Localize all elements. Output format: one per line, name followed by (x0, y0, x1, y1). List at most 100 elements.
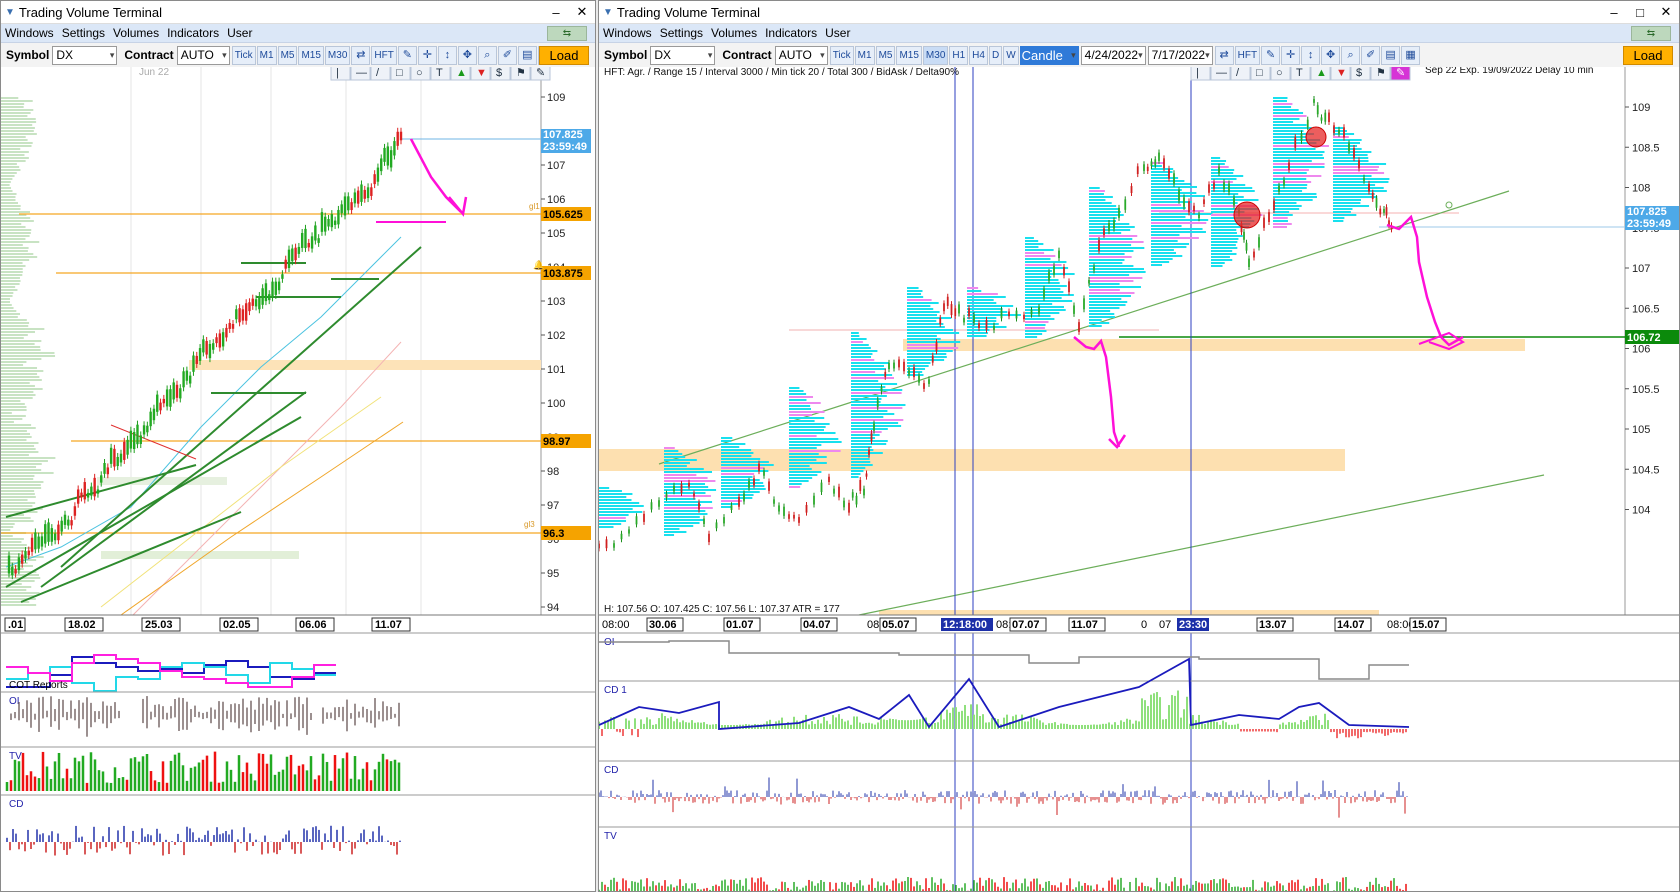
link-icon[interactable]: ⇄ (351, 45, 371, 65)
menu-settings[interactable]: Settings (62, 26, 105, 40)
move-icon[interactable]: ✥ (1321, 45, 1341, 65)
tf-m5-button[interactable]: M5 (277, 45, 298, 65)
move-icon[interactable]: ✥ (457, 45, 477, 65)
price-tick-label: 105.5 (1632, 384, 1660, 396)
close-button[interactable]: ✕ (1653, 4, 1679, 20)
zoom-icon[interactable]: ⌕ (1341, 45, 1361, 65)
menu-indicators[interactable]: Indicators (167, 26, 219, 40)
profile-icon[interactable]: ▤ (1381, 45, 1401, 65)
grid-icon[interactable]: ▦ (1401, 45, 1421, 65)
volume-profile-bar (1, 115, 28, 117)
candle-body (680, 483, 683, 493)
candle-body (76, 489, 80, 504)
candle-body (1300, 133, 1303, 141)
tf-m15-button[interactable]: M15 (896, 45, 922, 65)
candle-body (693, 493, 695, 497)
tf-tick-button[interactable]: Tick (231, 45, 256, 65)
minimize-button[interactable]: – (543, 5, 569, 20)
pencil-icon[interactable]: ✎ (397, 45, 417, 65)
volume-profile-bar (1, 178, 13, 180)
link-icon[interactable]: ⇄ (1214, 45, 1234, 65)
cluster-profile-bar (1151, 246, 1187, 248)
load-button[interactable]: Load (1623, 46, 1673, 65)
menu-user[interactable]: User (227, 26, 252, 40)
candle-body (1353, 148, 1355, 159)
scale-vertical-icon[interactable]: ↕ (1301, 45, 1321, 65)
tf-m1-button[interactable]: M1 (854, 45, 875, 65)
volume-profile-bar (1, 226, 26, 228)
chart-type-select[interactable]: Candle (1019, 45, 1079, 65)
profile-icon[interactable]: ▤ (517, 45, 537, 65)
menu-indicators[interactable]: Indicators (765, 26, 817, 40)
marker-icon[interactable]: ✐ (1361, 45, 1381, 65)
menu-volumes[interactable]: Volumes (113, 26, 159, 40)
crosshair-icon[interactable]: ✛ (417, 45, 437, 65)
cluster-profile-bar (721, 437, 733, 439)
volume-profile-bar (1, 265, 26, 267)
candle-body (73, 506, 77, 516)
candle-body (1118, 207, 1120, 218)
menu-windows[interactable]: Windows (5, 26, 54, 40)
refresh-icon[interactable]: ⇆ (1631, 26, 1671, 41)
cluster-profile-bar (1089, 319, 1102, 321)
cluster-profile-bar (1333, 199, 1361, 201)
tf-m15-button[interactable]: M15 (298, 45, 324, 65)
tf-m1-button[interactable]: M1 (256, 45, 277, 65)
crosshair-icon[interactable]: ✛ (1281, 45, 1301, 65)
tf-d-button[interactable]: D (988, 45, 1003, 65)
load-button[interactable]: Load (539, 46, 589, 65)
cluster-profile-bar (1025, 255, 1056, 257)
countdown-label: 23:59:49 (1627, 218, 1671, 230)
cluster-profile-bar (1211, 196, 1244, 198)
tf-tick-button[interactable]: Tick (829, 45, 854, 65)
last-price-label: 107.825 (543, 129, 583, 141)
cluster-profile-bar (1025, 288, 1061, 290)
marker-icon[interactable]: ✐ (497, 45, 517, 65)
contract-select[interactable]: AUTO (774, 45, 828, 65)
close-button[interactable]: ✕ (569, 4, 595, 20)
menu-windows[interactable]: Windows (603, 26, 652, 40)
cluster-profile-bar (789, 408, 812, 410)
volume-profile-bar (1, 421, 14, 423)
candle-body (1146, 166, 1149, 171)
maximize-button[interactable]: □ (1627, 5, 1653, 20)
cluster-profile-bar (1151, 228, 1203, 230)
pencil-icon[interactable]: ✎ (1261, 45, 1281, 65)
menu-settings[interactable]: Settings (660, 26, 703, 40)
hft-button[interactable]: HFT (371, 45, 397, 65)
contract-select[interactable]: AUTO (176, 45, 230, 65)
menu-volumes[interactable]: Volumes (711, 26, 757, 40)
cluster-profile-bar (1333, 202, 1361, 204)
candle-body (1088, 279, 1090, 284)
drawing-tool-icon: ▲ (456, 67, 467, 79)
hft-button[interactable]: HFT (1234, 45, 1261, 65)
cluster-profile-bar (789, 444, 822, 446)
tf-m30-button[interactable]: M30 (324, 45, 351, 65)
cluster-profile-bar (721, 497, 753, 499)
symbol-select[interactable]: DX (52, 45, 118, 65)
tf-m5-button[interactable]: M5 (875, 45, 896, 65)
date-from-select[interactable]: 4/24/2022 (1080, 45, 1146, 65)
minimize-button[interactable]: – (1601, 5, 1627, 20)
cluster-profile-bar (1089, 313, 1115, 315)
date-to-select[interactable]: 7/17/2022 (1147, 45, 1213, 65)
cluster-profile-bar (789, 432, 836, 434)
refresh-icon[interactable]: ⇆ (547, 26, 587, 41)
scale-vertical-icon[interactable]: ↕ (437, 45, 457, 65)
candle-body (939, 317, 942, 324)
candle-body (820, 482, 823, 493)
tf-h1-button[interactable]: H1 (949, 45, 969, 65)
candle-body (27, 550, 30, 556)
zoom-icon[interactable]: ⌕ (477, 45, 497, 65)
menu-user[interactable]: User (825, 26, 850, 40)
volume-profile-bar (1, 166, 20, 168)
symbol-select[interactable]: DX (650, 45, 716, 65)
drawing-tool-icon: □ (396, 67, 403, 79)
cluster-profile-bar (907, 290, 923, 292)
volume-profile-bar (1, 97, 19, 99)
tf-w-button[interactable]: W (1003, 45, 1019, 65)
cluster-profile-bar (1089, 277, 1143, 279)
tf-h4-button[interactable]: H4 (969, 45, 988, 65)
tf-m30-button[interactable]: M30 (922, 45, 949, 65)
volume-profile-bar (1, 121, 37, 123)
